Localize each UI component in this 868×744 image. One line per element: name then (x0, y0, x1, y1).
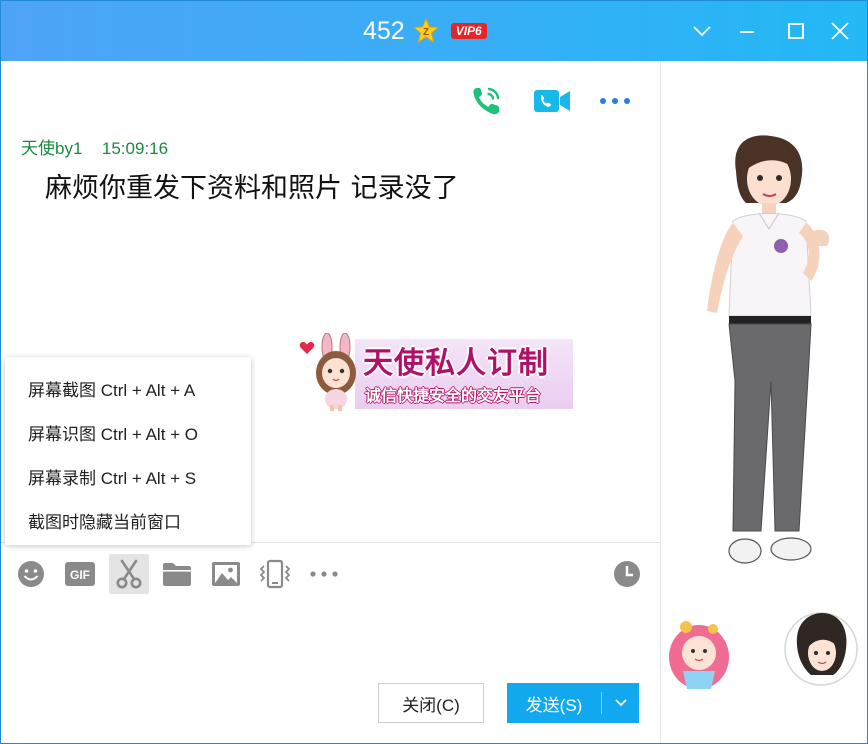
message-text: 麻烦你重发下资料和照片 记录没了 (45, 173, 459, 204)
chevron-down-icon (614, 699, 627, 707)
vibrate-button[interactable] (255, 554, 295, 594)
banner-subtitle: 诚信快捷安全的交友平台 (365, 386, 542, 405)
collapse-button[interactable] (688, 17, 716, 45)
title-group: 452 Z VIP6 (363, 15, 487, 47)
title-bar: 452 Z VIP6 (1, 1, 867, 61)
send-image-button[interactable] (206, 554, 246, 594)
phone-call-button[interactable] (468, 83, 504, 119)
chat-window: 452 Z VIP6 天使by1 15:09:16 麻烦你重发下资料和照片 记录… (0, 0, 868, 744)
menu-item-screen-record[interactable]: 屏幕录制 Ctrl + Alt + S (28, 464, 196, 489)
folder-icon (163, 563, 191, 586)
promo-banner: 天使私人订制 诚信快捷安全的交友平台 (299, 333, 574, 411)
screenshot-menu: 屏幕截图 Ctrl + Alt + A 屏幕识图 Ctrl + Alt + O … (5, 357, 251, 545)
phone-icon (473, 87, 500, 115)
more-tools-button[interactable] (304, 554, 344, 594)
chevron-down-icon (693, 26, 711, 37)
close-window-button[interactable] (826, 17, 854, 45)
bunny-girl-illustration (316, 333, 356, 411)
side-panel (661, 61, 867, 743)
minimize-button[interactable] (733, 17, 761, 45)
screenshot-button[interactable] (109, 554, 149, 594)
maximize-icon (788, 23, 804, 39)
window-title: 452 (363, 16, 405, 45)
scissors-icon (116, 559, 142, 589)
sender-name: 天使by1 (21, 139, 83, 158)
gif-button[interactable]: GIF (60, 554, 100, 594)
gif-icon: GIF (65, 562, 95, 586)
send-file-button[interactable] (157, 554, 197, 594)
star-level-icon: Z (412, 18, 439, 44)
video-call-icon (534, 90, 570, 112)
gif-label: GIF (70, 568, 90, 582)
message-header: 天使by1 15:09:16 (21, 134, 168, 159)
more-icon (310, 571, 338, 577)
emoji-icon (18, 561, 44, 587)
history-icon (614, 561, 640, 587)
message-time: 15:09:16 (101, 139, 169, 158)
vibrate-icon (259, 559, 291, 589)
close-icon (831, 22, 849, 40)
avatar-character-illustration (669, 135, 858, 689)
menu-item-hide-window[interactable]: 截图时隐藏当前窗口 (28, 508, 181, 533)
minimize-icon (740, 31, 754, 33)
svg-text:Z: Z (423, 27, 429, 38)
more-options-button[interactable] (597, 83, 633, 119)
emoji-button[interactable] (11, 554, 51, 594)
banner-title: 天使私人订制 (363, 346, 549, 381)
maximize-button[interactable] (782, 17, 810, 45)
menu-item-screen-capture[interactable]: 屏幕截图 Ctrl + Alt + A (28, 376, 195, 401)
message-history-button[interactable] (607, 554, 647, 594)
send-options-button[interactable] (602, 683, 639, 723)
avatar-circle (784, 612, 858, 686)
image-icon (212, 562, 240, 586)
video-call-button[interactable] (533, 83, 570, 119)
close-button[interactable]: 关闭(C) (378, 683, 484, 723)
chibi-character-illustration (669, 621, 729, 689)
send-button[interactable]: 发送(S) (507, 683, 601, 723)
send-button-group: 发送(S) (507, 683, 639, 723)
more-icon (600, 98, 630, 104)
vip-badge: VIP6 (450, 23, 487, 39)
menu-item-screen-recognize[interactable]: 屏幕识图 Ctrl + Alt + O (28, 420, 198, 445)
